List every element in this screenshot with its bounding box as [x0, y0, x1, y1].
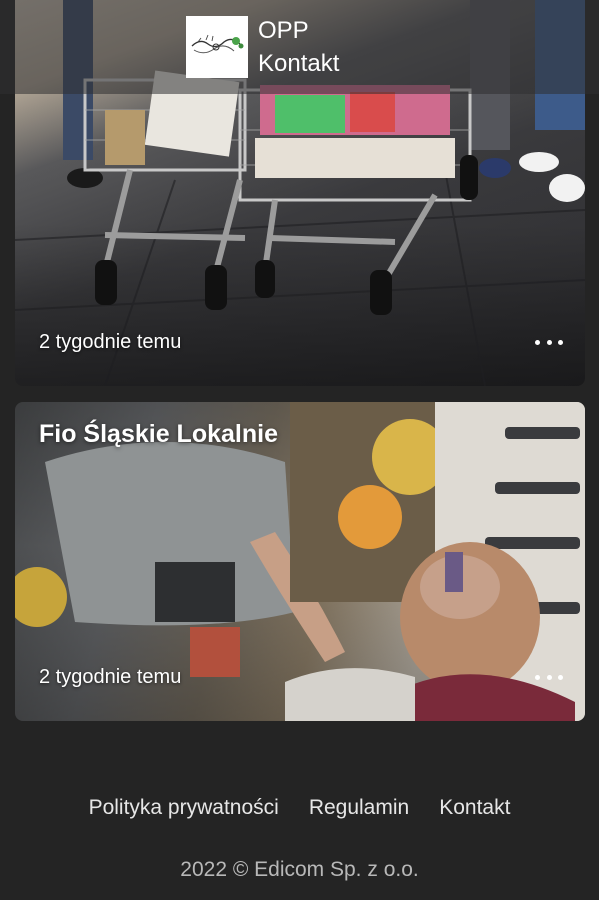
post-time: 2 tygodnie temu — [39, 666, 182, 688]
post-time: 2 tygodnie temu — [39, 331, 182, 353]
nav-item-kontakt[interactable]: Kontakt — [258, 47, 339, 80]
more-dots-icon[interactable] — [535, 332, 563, 352]
opp-logo-icon[interactable] — [186, 16, 248, 78]
footer-links: Polityka prywatności Regulamin Kontakt — [0, 796, 599, 820]
header-nav: OPP Kontakt — [258, 14, 339, 80]
post-title[interactable]: Fio Śląskie Lokalnie — [39, 420, 278, 449]
more-dots-icon[interactable] — [535, 667, 563, 687]
footer-link-contact[interactable]: Kontakt — [439, 796, 510, 820]
page: 2 tygodnie temu Fio Śląskie Lokalnie 2 t… — [0, 0, 599, 900]
logo-drawing — [191, 34, 244, 54]
site-header: OPP Kontakt — [0, 0, 599, 94]
copyright: 2022 © Edicom Sp. z o.o. — [180, 858, 419, 881]
post-card[interactable]: Fio Śląskie Lokalnie 2 tygodnie temu — [15, 402, 585, 721]
nav-item-opp[interactable]: OPP — [258, 14, 339, 47]
footer-link-terms[interactable]: Regulamin — [309, 796, 409, 820]
footer-link-privacy[interactable]: Polityka prywatności — [89, 796, 279, 820]
